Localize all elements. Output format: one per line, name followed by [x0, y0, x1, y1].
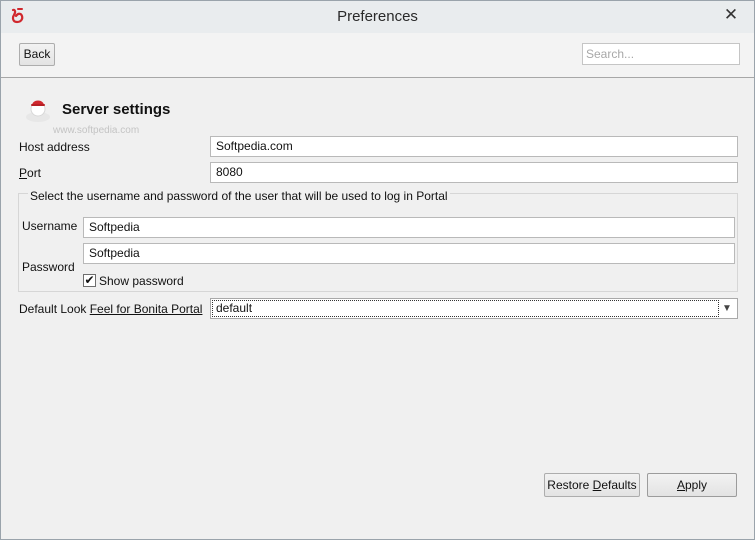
apply-label-rest: pply [685, 478, 708, 492]
username-label: Username [22, 219, 78, 233]
look-feel-label: Default Look Feel for Bonita Portal [19, 302, 202, 316]
password-label: Password [22, 260, 75, 274]
apply-button[interactable]: Apply [647, 473, 737, 497]
port-field[interactable]: 8080 [210, 162, 738, 183]
look-feel-label-part-b: Feel for Bonita Portal [89, 302, 203, 316]
host-address-label: Host address [19, 140, 90, 154]
port-label: Port [19, 166, 41, 180]
section-title: Server settings [62, 101, 171, 118]
server-settings-page: Server settings www.softpedia.com Host a… [1, 79, 754, 533]
restore-label-a: Restore [547, 478, 593, 492]
credentials-group-title: Select the username and password of the … [28, 189, 450, 203]
port-mnemonic: P [19, 166, 28, 180]
toolbar: Back [1, 33, 754, 78]
restore-label-b: efaults [601, 478, 637, 492]
server-settings-icon [26, 100, 50, 122]
title-bar: Preferences ✕ [1, 1, 754, 33]
window-title: Preferences [337, 8, 418, 25]
back-button[interactable]: Back [19, 43, 55, 66]
password-field[interactable]: Softpedia [83, 243, 735, 264]
preferences-window: Preferences ✕ Back Server settings www.s… [0, 0, 755, 540]
look-feel-selected-value: default [212, 300, 719, 317]
port-label-rest: ort [27, 166, 42, 180]
search-input[interactable] [582, 43, 740, 65]
watermark: www.softpedia.com [53, 125, 140, 136]
restore-defaults-button[interactable]: Restore Defaults [544, 473, 640, 497]
look-feel-label-part-a: Default Look [19, 302, 90, 316]
chevron-down-icon[interactable]: ▼ [721, 301, 733, 316]
apply-label-mnemonic: A [676, 478, 685, 492]
look-feel-select[interactable]: default ▼ [210, 298, 738, 319]
host-address-field[interactable]: Softpedia.com [210, 136, 738, 157]
show-password-checkbox[interactable]: ✔ [83, 274, 96, 287]
close-icon[interactable]: ✕ [720, 5, 742, 25]
show-password-label[interactable]: Show password [99, 274, 184, 288]
username-field[interactable]: Softpedia [83, 217, 735, 238]
